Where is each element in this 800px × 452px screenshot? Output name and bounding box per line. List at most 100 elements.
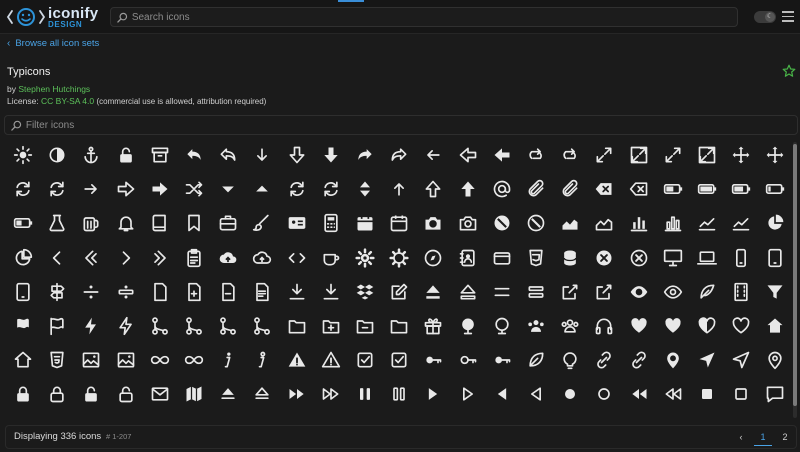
sun-icon[interactable] <box>6 140 40 172</box>
arrow-minimise-icon[interactable] <box>656 140 690 172</box>
document-icon[interactable] <box>143 275 177 309</box>
message-icon[interactable] <box>758 377 792 411</box>
html5-icon[interactable] <box>40 343 74 377</box>
grid-scrollbar[interactable] <box>793 142 797 418</box>
device-laptop-icon[interactable] <box>690 241 724 275</box>
compass-icon[interactable] <box>416 241 450 275</box>
group-outline-icon[interactable] <box>553 309 587 343</box>
globe-icon[interactable] <box>451 309 485 343</box>
filter-input[interactable] <box>21 119 797 131</box>
chart-pie-icon[interactable] <box>758 206 792 240</box>
database-icon[interactable] <box>553 241 587 275</box>
media-stop-outline-icon[interactable] <box>724 377 758 411</box>
media-rewind-icon[interactable] <box>622 377 656 411</box>
camera-icon[interactable] <box>416 206 450 240</box>
arrow-move-icon[interactable] <box>724 140 758 172</box>
arrow-maximise-icon[interactable] <box>587 140 621 172</box>
device-tablet-alt-icon[interactable] <box>6 275 40 309</box>
lock-open-icon[interactable] <box>74 377 108 411</box>
info-outline-icon[interactable] <box>314 343 348 377</box>
mail-icon[interactable] <box>143 377 177 411</box>
flow-merge-icon[interactable] <box>177 309 211 343</box>
lock-closed-outline-icon[interactable] <box>40 377 74 411</box>
edit-icon[interactable] <box>382 275 416 309</box>
device-phone-icon[interactable] <box>724 241 758 275</box>
arrow-back-icon[interactable] <box>177 140 211 172</box>
prev-page-button[interactable]: ‹ <box>732 428 750 446</box>
calculator-icon[interactable] <box>314 206 348 240</box>
arrow-loop-icon[interactable] <box>519 140 553 172</box>
flash-icon[interactable] <box>74 309 108 343</box>
input-checked-icon[interactable] <box>348 343 382 377</box>
credit-card-icon[interactable] <box>485 241 519 275</box>
media-stop-icon[interactable] <box>690 377 724 411</box>
attachment-outline-icon[interactable] <box>553 172 587 206</box>
battery-high-icon[interactable] <box>724 172 758 206</box>
bell-icon[interactable] <box>109 206 143 240</box>
arrow-left-thick-icon[interactable] <box>485 140 519 172</box>
page-1-button[interactable]: 1 <box>754 428 772 446</box>
chart-line-outline-icon[interactable] <box>724 206 758 240</box>
bookmark-icon[interactable] <box>177 206 211 240</box>
headphones-icon[interactable] <box>587 309 621 343</box>
arrow-right-icon[interactable] <box>74 172 108 206</box>
eject-outline-icon[interactable] <box>451 275 485 309</box>
theme-toggle[interactable]: ☾ <box>754 11 776 23</box>
license-link[interactable]: CC BY-SA 4.0 <box>41 96 94 106</box>
media-record-outline-icon[interactable] <box>587 377 621 411</box>
delete-outline-icon[interactable] <box>622 241 656 275</box>
chart-area-icon[interactable] <box>553 206 587 240</box>
author-link[interactable]: Stephen Hutchings <box>18 84 90 94</box>
chevron-left-icon[interactable] <box>40 241 74 275</box>
media-eject-icon[interactable] <box>211 377 245 411</box>
arrow-right-outline-icon[interactable] <box>109 172 143 206</box>
media-rewind-outline-icon[interactable] <box>656 377 690 411</box>
feather-icon[interactable] <box>690 275 724 309</box>
arrow-repeat-outline-icon[interactable] <box>40 172 74 206</box>
chevron-left-outline-icon[interactable] <box>74 241 108 275</box>
backspace-outline-icon[interactable] <box>622 172 656 206</box>
media-eject-outline-icon[interactable] <box>245 377 279 411</box>
equals-outline-icon[interactable] <box>519 275 553 309</box>
flow-children-icon[interactable] <box>143 309 177 343</box>
arrow-move-outline-icon[interactable] <box>758 140 792 172</box>
folder-delete-icon[interactable] <box>348 309 382 343</box>
flag-outline-icon[interactable] <box>40 309 74 343</box>
media-fast-forward-outline-icon[interactable] <box>314 377 348 411</box>
arrow-maximise-outline-icon[interactable] <box>622 140 656 172</box>
media-pause-icon[interactable] <box>348 377 382 411</box>
info-large-outline-icon[interactable] <box>245 343 279 377</box>
group-icon[interactable] <box>519 309 553 343</box>
equals-icon[interactable] <box>485 275 519 309</box>
arrow-minimise-outline-icon[interactable] <box>690 140 724 172</box>
heart-half-outline-icon[interactable] <box>690 309 724 343</box>
beaker-icon[interactable] <box>40 206 74 240</box>
dropbox-icon[interactable] <box>348 275 382 309</box>
input-checked-outline-icon[interactable] <box>382 343 416 377</box>
arrow-sync-icon[interactable] <box>280 172 314 206</box>
attachment-icon[interactable] <box>519 172 553 206</box>
download-outline-icon[interactable] <box>314 275 348 309</box>
heart-full-outline-icon[interactable] <box>656 309 690 343</box>
device-desktop-icon[interactable] <box>656 241 690 275</box>
brush-icon[interactable] <box>245 206 279 240</box>
battery-full-icon[interactable] <box>690 172 724 206</box>
divide-icon[interactable] <box>74 275 108 309</box>
filter-box[interactable] <box>4 115 798 135</box>
directions-icon[interactable] <box>40 275 74 309</box>
arrow-down-icon[interactable] <box>245 140 279 172</box>
cloud-storage-icon[interactable] <box>211 241 245 275</box>
location-arrow-icon[interactable] <box>690 343 724 377</box>
arrow-unsorted-icon[interactable] <box>348 172 382 206</box>
arrow-forward-outline-icon[interactable] <box>382 140 416 172</box>
coffee-icon[interactable] <box>314 241 348 275</box>
media-play-reverse-outline-icon[interactable] <box>519 377 553 411</box>
chevron-right-outline-icon[interactable] <box>143 241 177 275</box>
clipboard-icon[interactable] <box>177 241 211 275</box>
arrow-sorted-down-icon[interactable] <box>211 172 245 206</box>
business-card-icon[interactable] <box>280 206 314 240</box>
arrow-forward-icon[interactable] <box>348 140 382 172</box>
document-text-icon[interactable] <box>245 275 279 309</box>
folder-icon[interactable] <box>280 309 314 343</box>
arrow-shuffle-icon[interactable] <box>177 172 211 206</box>
